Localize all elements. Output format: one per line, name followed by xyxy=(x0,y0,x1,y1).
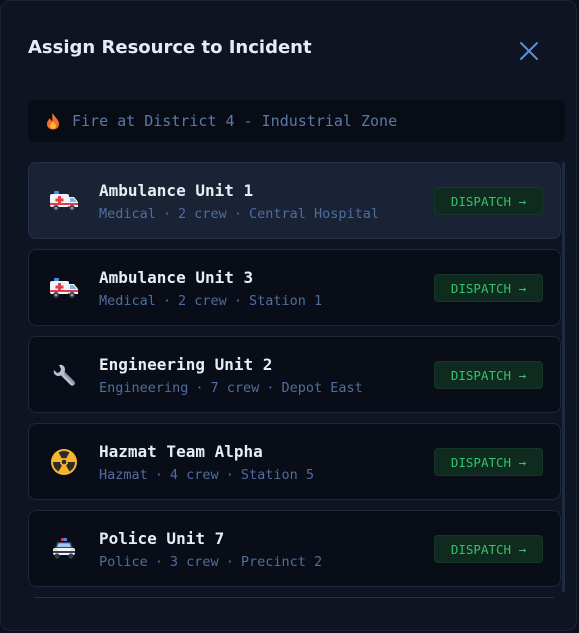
resource-type: Medical xyxy=(99,293,156,309)
dispatch-button[interactable]: DISPATCH → xyxy=(434,448,543,476)
resource-name: Engineering Unit 2 xyxy=(99,355,273,374)
incident-banner: Fire at District 4 - Industrial Zone xyxy=(28,100,565,142)
resource-type: Police xyxy=(99,554,148,570)
resource-location: Central Hospital xyxy=(248,206,380,222)
incident-title: Fire at District 4 - Industrial Zone xyxy=(72,112,398,130)
radioactive-icon xyxy=(49,448,79,476)
resource-location: Station 5 xyxy=(240,467,314,483)
separator: · xyxy=(154,467,163,483)
resource-type: Engineering xyxy=(99,380,189,396)
resource-type: Medical xyxy=(99,206,156,222)
resource-name: Ambulance Unit 3 xyxy=(99,268,254,287)
list-scrollbar[interactable] xyxy=(562,162,565,592)
separator: · xyxy=(195,380,204,396)
separator: · xyxy=(162,293,172,309)
dispatch-button[interactable]: DISPATCH → xyxy=(434,361,543,389)
resource-crew: 2 crew xyxy=(178,206,227,222)
modal-title: Assign Resource to Incident xyxy=(28,37,312,58)
resource-name: Police Unit 7 xyxy=(99,529,225,548)
resource-name: Hazmat Team Alpha xyxy=(99,442,263,461)
resource-location: Station 1 xyxy=(248,293,323,309)
separator: · xyxy=(154,554,163,570)
separator: · xyxy=(233,293,242,309)
separator: · xyxy=(233,206,242,222)
separator: · xyxy=(225,467,234,483)
resource-card[interactable]: Police Unit 7 Police · 3 crew · Precinct 2 D… xyxy=(28,510,561,587)
dispatch-button[interactable]: DISPATCH → xyxy=(434,187,543,215)
resource-crew: 3 crew xyxy=(169,554,219,570)
resource-meta: Medical · 2 crew · Central Hospital xyxy=(99,206,379,222)
ambulance-icon xyxy=(49,274,79,302)
resource-location: Depot East xyxy=(281,380,363,396)
resource-location: Precinct 2 xyxy=(240,554,323,570)
resource-name: Ambulance Unit 1 xyxy=(99,181,254,200)
resource-card[interactable]: Ambulance Unit 1 Medical · 2 crew · Central … xyxy=(28,162,561,239)
resource-crew: 2 crew xyxy=(178,293,227,309)
resource-card[interactable]: Ambulance Unit 3 Medical · 2 crew · Station … xyxy=(28,249,561,326)
list-bottom-divider xyxy=(34,597,554,598)
resource-meta: Medical · 2 crew · Station 1 xyxy=(99,293,322,309)
police-car-icon xyxy=(49,535,79,563)
separator: · xyxy=(162,206,172,222)
resource-card[interactable]: Hazmat Team Alpha Hazmat · 4 crew · Station … xyxy=(28,423,561,500)
resource-meta: Hazmat · 4 crew · Station 5 xyxy=(99,467,314,483)
separator: · xyxy=(266,380,275,396)
ambulance-icon xyxy=(49,187,79,215)
close-button[interactable] xyxy=(516,38,542,64)
close-icon xyxy=(520,42,538,60)
resource-type: Hazmat xyxy=(99,467,148,483)
resource-list[interactable]: Ambulance Unit 1 Medical · 2 crew · Central … xyxy=(28,162,561,602)
fire-icon xyxy=(44,111,62,131)
dispatch-button[interactable]: DISPATCH → xyxy=(434,535,543,563)
separator: · xyxy=(225,554,234,570)
resource-meta: Police · 3 crew · Precinct 2 xyxy=(99,554,322,570)
resource-meta: Engineering · 7 crew · Depot East xyxy=(99,380,363,396)
resource-card[interactable]: Engineering Unit 2 Engineering · 7 crew · De… xyxy=(28,336,561,413)
resource-crew: 7 crew xyxy=(210,380,260,396)
assign-resource-modal: Assign Resource to Incident Fire at Dist… xyxy=(0,0,577,631)
dispatch-button[interactable]: DISPATCH → xyxy=(434,274,543,302)
wrench-icon xyxy=(49,361,79,389)
resource-crew: 4 crew xyxy=(169,467,219,483)
